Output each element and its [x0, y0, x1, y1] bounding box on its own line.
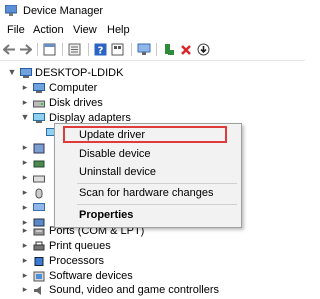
menu-item-uninstall-device[interactable]: Uninstall device [79, 166, 156, 178]
tree-item-label: Print queues [49, 240, 111, 252]
monitor-scan-icon[interactable] [136, 42, 151, 57]
collapse-chevron-icon[interactable]: ▼ [20, 112, 30, 122]
computer-icon [33, 83, 45, 93]
keyboard-icon [33, 175, 45, 183]
expand-chevron-icon[interactable]: ▸ [20, 187, 30, 198]
menu-bar: File Action View Help [0, 23, 305, 39]
tree-item-sound[interactable]: ▸ Sound, video and game controllers [0, 283, 305, 299]
list-view-icon[interactable] [67, 42, 82, 57]
disk-drive-icon [33, 100, 45, 108]
tree-root-label: DESKTOP-LDIDK [35, 67, 124, 79]
window-title: Device Manager [23, 5, 104, 17]
tree-item-label: Disk drives [49, 97, 103, 109]
details-icon[interactable] [110, 42, 125, 57]
tree-item-disk-drives[interactable]: ▸ Disk drives [0, 96, 305, 112]
device-manager-icon [5, 5, 17, 16]
expand-chevron-icon[interactable]: ▸ [20, 142, 30, 153]
menu-item-disable-device[interactable]: Disable device [79, 148, 151, 160]
menu-separator [77, 204, 237, 205]
computer-root-icon [20, 68, 32, 78]
display-adapter-icon [33, 113, 45, 123]
expand-chevron-icon[interactable]: ▸ [20, 82, 30, 93]
tree-item-label: Computer [49, 82, 98, 94]
forward-arrow-icon[interactable] [18, 42, 33, 57]
tree-item-processors[interactable]: ▸ Processors [0, 254, 305, 270]
monitor-icon [33, 203, 45, 211]
expand-chevron-icon[interactable]: ▸ [20, 225, 30, 236]
expand-chevron-icon[interactable]: ▸ [20, 157, 30, 168]
sound-icon [34, 286, 41, 295]
menu-item-scan-hardware[interactable]: Scan for hardware changes [79, 187, 214, 199]
expand-chevron-icon[interactable]: ▸ [20, 97, 30, 108]
tree-item-label: Software devices [49, 270, 133, 282]
help-icon[interactable]: ? [93, 42, 108, 57]
title-bar: Device Manager [0, 0, 305, 22]
add-driver-icon[interactable] [161, 42, 176, 57]
menu-item-properties[interactable]: Properties [79, 209, 133, 221]
menu-file[interactable]: File [7, 24, 25, 36]
collapse-chevron-icon[interactable]: ▼ [7, 67, 17, 77]
software-device-icon [33, 271, 45, 282]
back-arrow-icon[interactable] [2, 42, 17, 57]
mouse-icon [35, 188, 43, 199]
device-icon [33, 143, 45, 154]
expand-chevron-icon[interactable]: ▸ [20, 240, 30, 251]
expand-chevron-icon[interactable]: ▸ [20, 284, 30, 295]
tree-item-label: Processors [49, 255, 105, 267]
download-driver-icon[interactable] [196, 42, 211, 57]
printer-icon [33, 241, 45, 251]
expand-chevron-icon[interactable]: ▸ [20, 270, 30, 281]
expand-chevron-icon[interactable]: ▸ [20, 172, 30, 183]
device-icon [33, 160, 45, 168]
tree-item-computer[interactable]: ▸ Computer [0, 81, 305, 97]
expand-chevron-icon[interactable]: ▸ [20, 255, 30, 266]
menu-action[interactable]: Action [33, 24, 64, 36]
processor-icon [34, 257, 44, 266]
properties-window-icon[interactable] [42, 42, 57, 57]
menu-separator [77, 183, 237, 184]
expand-chevron-icon[interactable]: ▸ [20, 202, 30, 213]
context-menu: Update driver Disable device Uninstall d… [54, 123, 242, 228]
tree-root[interactable]: ▼ DESKTOP-LDIDK [0, 66, 305, 82]
menu-item-update-driver[interactable]: Update driver [79, 129, 145, 141]
svg-text:?: ? [98, 46, 104, 57]
tree-item-label: Sound, video and game controllers [49, 284, 219, 296]
tree-item-print-queues[interactable]: ▸ Print queues [0, 239, 305, 255]
remove-x-icon[interactable] [178, 42, 193, 57]
toolbar: ? [0, 40, 305, 61]
menu-help[interactable]: Help [107, 24, 130, 36]
menu-view[interactable]: View [73, 24, 97, 36]
port-icon [33, 228, 45, 236]
